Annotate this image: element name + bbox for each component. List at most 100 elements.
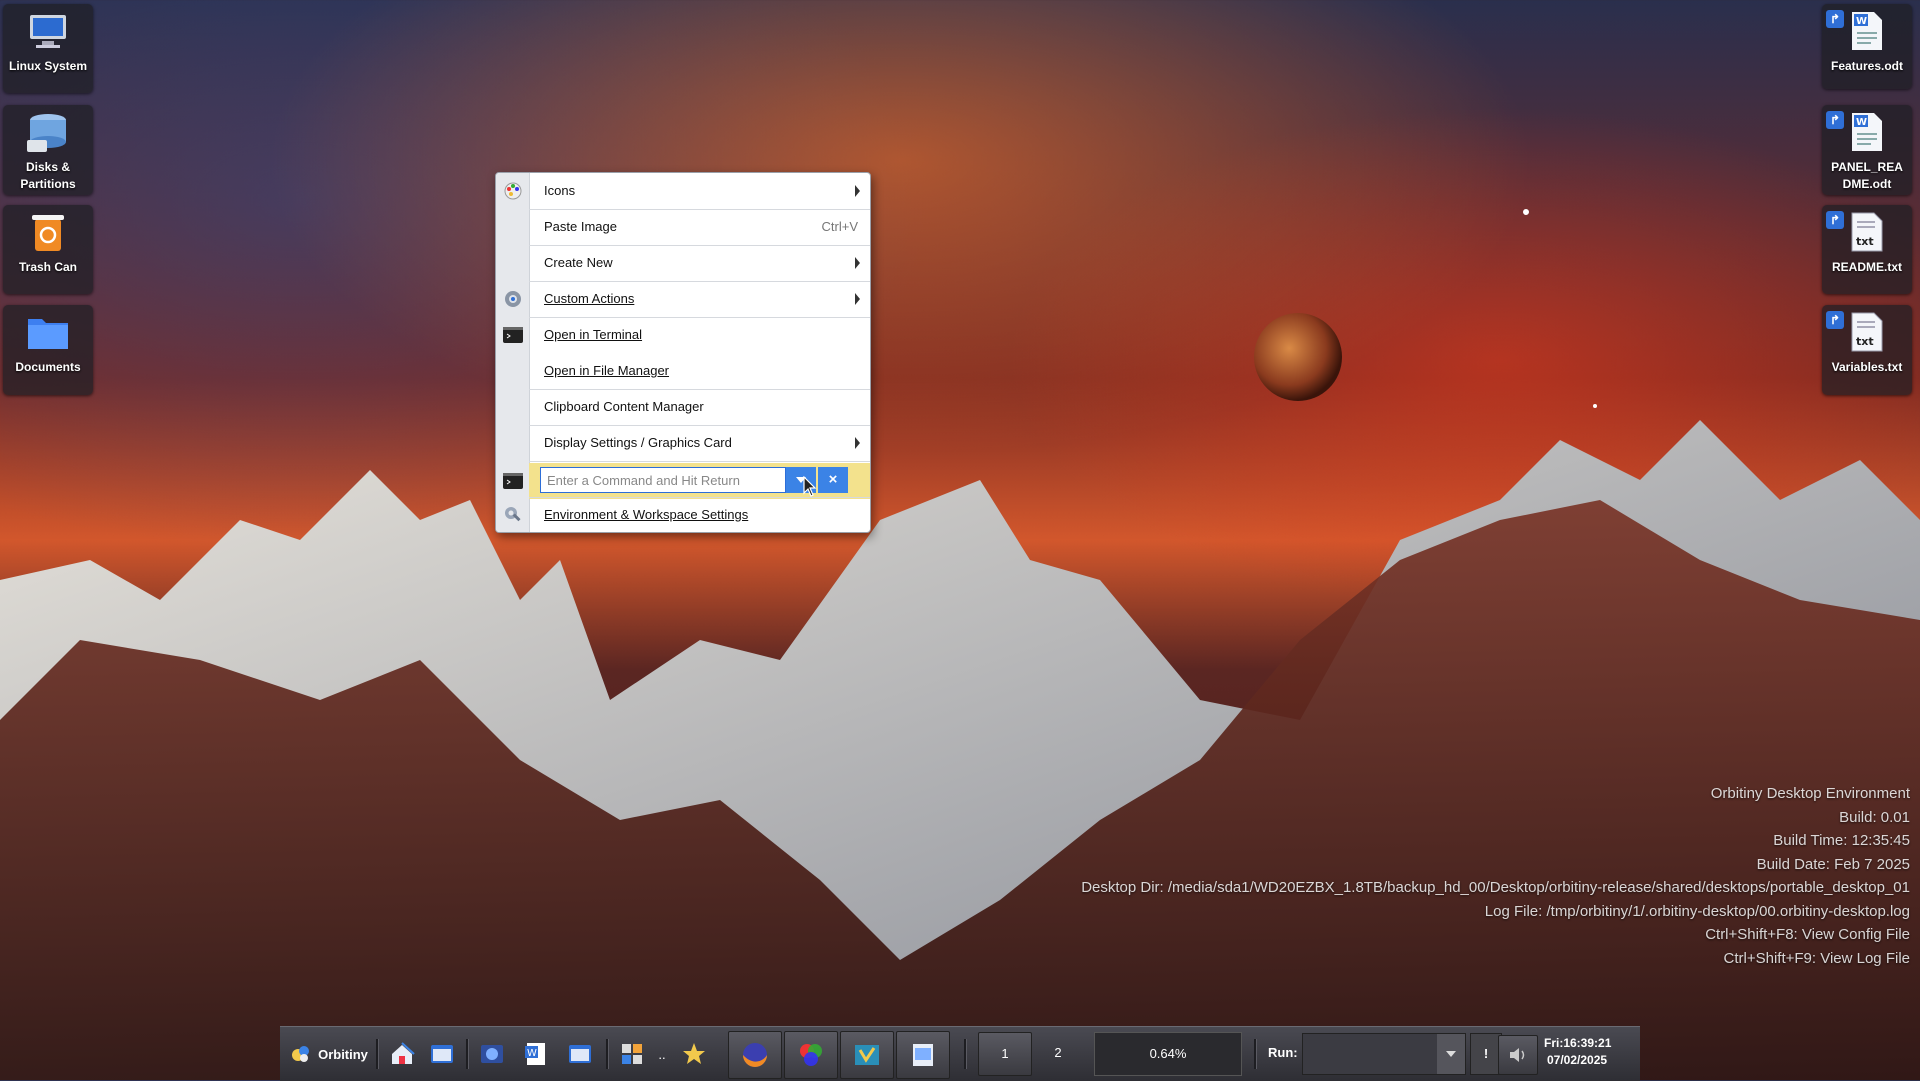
desktop-icon-label: Features.odt — [1830, 59, 1903, 73]
taskbar-separator — [606, 1039, 609, 1069]
info-line: Build Time: 12:35:45 — [1773, 832, 1910, 849]
menu-item-label: Icons — [544, 183, 576, 198]
desktop-icon-documents[interactable]: Documents — [3, 305, 93, 395]
desktop-icon-label: README.txt — [1831, 260, 1902, 274]
menu-item-clipboard-manager[interactable]: Clipboard Content Manager — [496, 389, 870, 425]
star-icon — [683, 1043, 705, 1064]
start-menu-label: Orbitiny — [318, 1046, 368, 1062]
svg-text:W: W — [1856, 117, 1867, 128]
desktop-icon-disks-partitions[interactable]: Disks & Partitions — [3, 105, 93, 195]
clock-date: 07/02/2025 — [1547, 1053, 1608, 1067]
menu-item-paste-image[interactable]: Paste Image Ctrl+V — [496, 209, 870, 245]
menu-item-create-new[interactable]: Create New — [496, 245, 870, 281]
gear-icon — [503, 289, 523, 309]
text-file-icon: txt — [1851, 312, 1883, 352]
apps-grid-icon — [622, 1044, 642, 1064]
desktop-icon-label: Linux System — [8, 59, 88, 73]
writer-doc-icon: W — [1852, 12, 1882, 50]
shortcut-arrow-icon: ↱ — [1826, 311, 1844, 329]
desktop-icon-label: Variables.txt — [1831, 360, 1903, 374]
terminal-icon — [503, 473, 523, 492]
desktop-icon-label: Disks & Partitions — [20, 160, 76, 191]
writer-icon: W — [525, 1043, 545, 1065]
home-icon — [392, 1042, 415, 1064]
info-line: Build: 0.01 — [1839, 808, 1910, 826]
more-launchers[interactable]: .. — [654, 1031, 670, 1077]
menu-item-label: Display Settings / Graphics Card — [544, 435, 732, 450]
desktop-info-text: Orbitiny Desktop Environment Build: 0.01… — [1081, 782, 1910, 970]
shortcut-arrow-icon: ↱ — [1826, 10, 1844, 28]
shortcut-arrow-icon: ↱ — [1826, 111, 1844, 129]
launcher-favorites[interactable] — [676, 1031, 712, 1077]
svg-text:txt: txt — [1856, 335, 1874, 348]
workspace-2[interactable]: 2 — [1032, 1032, 1084, 1074]
desktop-icon-variables-txt[interactable]: ↱ txt Variables.txt — [1822, 305, 1912, 395]
taskbar: Orbitiny W .. 1 2 0.64% Run: ! Fri:16:39… — [280, 1026, 1640, 1081]
menu-item-shortcut: Ctrl+V — [821, 219, 858, 234]
window-icon — [569, 1045, 591, 1063]
menu-item-open-in-file-manager[interactable]: Open in File Manager — [496, 353, 870, 389]
taskbar-separator — [376, 1039, 379, 1069]
launcher-remote[interactable] — [562, 1031, 598, 1077]
desktop-icon-panel-readme[interactable]: ↱ W PANEL_README.odt — [1822, 105, 1912, 195]
clock[interactable]: Fri:16:39:21 07/02/2025 — [1544, 1035, 1611, 1069]
menu-item-label: Create New — [544, 255, 613, 270]
info-line: Orbitiny Desktop Environment — [1710, 785, 1910, 802]
color-circles-icon — [800, 1044, 822, 1066]
menu-item-display-settings[interactable]: Display Settings / Graphics Card — [496, 425, 870, 461]
speaker-icon — [1510, 1048, 1525, 1062]
shortcut-arrow-icon: ↱ — [1826, 211, 1844, 229]
command-clear-button[interactable]: × — [818, 467, 848, 493]
info-line: Log File: /tmp/orbitiny/1/.orbitiny-desk… — [1484, 902, 1910, 920]
info-line: Build Date: Feb 7 2025 — [1756, 855, 1910, 873]
image-viewer-icon — [913, 1044, 933, 1066]
menu-item-environment-settings[interactable]: Environment & Workspace Settings — [496, 497, 870, 532]
svg-text:txt: txt — [1856, 235, 1874, 248]
menu-item-label: Open in File Manager — [544, 363, 670, 378]
window-icon — [431, 1045, 453, 1063]
terminal-icon — [503, 325, 523, 345]
submenu-arrow-icon — [855, 437, 860, 449]
desktop-icon-linux-system[interactable]: Linux System — [3, 4, 93, 93]
run-history-dropdown[interactable] — [1437, 1034, 1465, 1074]
run-command-input[interactable] — [1302, 1033, 1466, 1075]
desktop-icon-features-odt[interactable]: ↱ W Features.odt — [1822, 4, 1912, 89]
info-line: Ctrl+Shift+F8: View Config File — [1705, 926, 1910, 943]
workspace-1[interactable]: 1 — [978, 1032, 1032, 1076]
menu-separator — [529, 461, 870, 462]
submenu-arrow-icon — [855, 257, 860, 269]
info-line: Desktop Dir: /media/sda1/WD20EZBX_1.8TB/… — [1081, 879, 1910, 896]
launcher-screenshot[interactable] — [424, 1031, 460, 1077]
volume-button[interactable] — [1498, 1035, 1538, 1075]
menu-item-icons[interactable]: Icons — [496, 173, 870, 209]
desktop-icon-readme-txt[interactable]: ↱ txt README.txt — [1822, 205, 1912, 294]
desktop-icon-trash-can[interactable]: Trash Can — [3, 205, 93, 294]
launcher-home[interactable] — [384, 1031, 420, 1077]
menu-item-open-in-terminal[interactable]: Open in Terminal — [496, 317, 870, 353]
text-file-icon: txt — [1851, 212, 1883, 252]
computer-icon — [30, 15, 66, 48]
orbitiny-logo-icon — [292, 1046, 310, 1062]
globe-icon — [481, 1045, 503, 1063]
run-label: Run: — [1268, 1045, 1298, 1060]
code-editor-icon — [855, 1045, 879, 1065]
launcher-network[interactable] — [474, 1031, 510, 1077]
svg-text:W: W — [1856, 16, 1867, 27]
firefox-icon — [743, 1043, 767, 1067]
task-colors[interactable] — [784, 1031, 838, 1079]
task-image-viewer[interactable] — [896, 1031, 950, 1079]
task-firefox[interactable] — [728, 1031, 782, 1079]
disks-icon — [27, 114, 66, 152]
start-menu-button[interactable]: Orbitiny — [286, 1031, 372, 1077]
task-code-editor[interactable] — [840, 1031, 894, 1079]
command-input[interactable] — [540, 467, 786, 493]
desktop-icon-label: PANEL_README.odt — [1831, 160, 1903, 191]
taskbar-separator — [1254, 1039, 1257, 1069]
launcher-apps-grid[interactable] — [614, 1031, 650, 1077]
menu-item-label: Paste Image — [544, 219, 617, 234]
menu-item-label: Clipboard Content Manager — [544, 399, 704, 414]
menu-item-custom-actions[interactable]: Custom Actions — [496, 281, 870, 317]
desktop-icon-label: Documents — [15, 360, 81, 374]
menu-item-label: Open in Terminal — [544, 327, 643, 342]
launcher-writer[interactable]: W — [518, 1031, 554, 1077]
